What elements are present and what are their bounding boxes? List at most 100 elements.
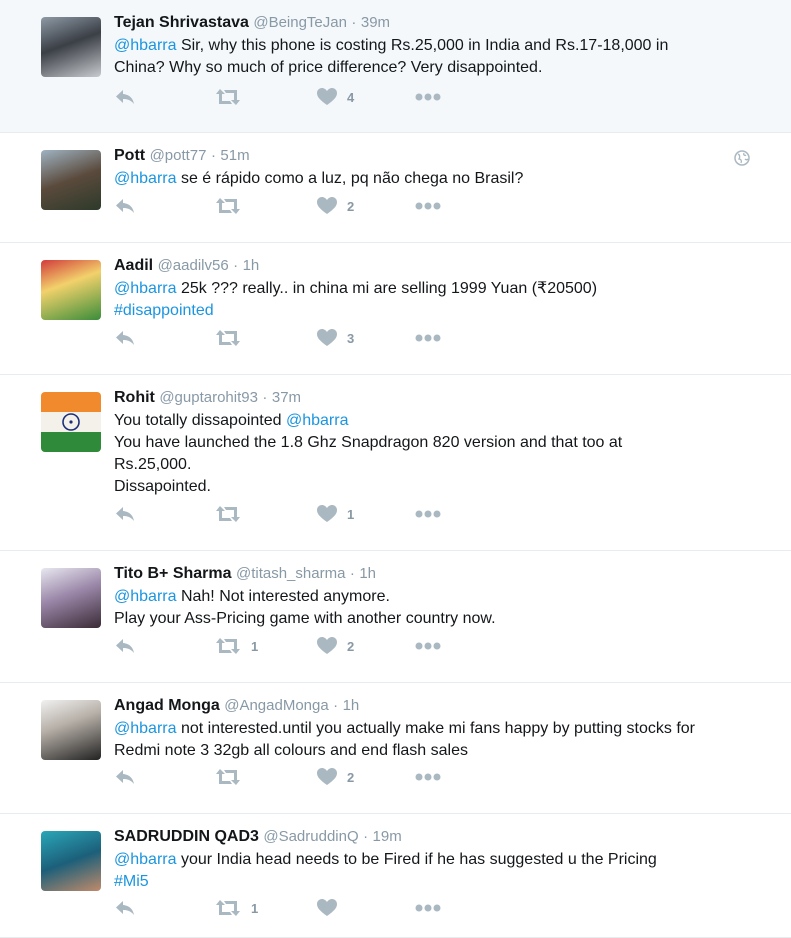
- timestamp[interactable]: 39m: [361, 14, 390, 31]
- timestamp[interactable]: 19m: [373, 828, 402, 845]
- hashtag-link[interactable]: #Mi5: [114, 873, 149, 890]
- user-handle[interactable]: @BeingTeJan: [253, 14, 347, 31]
- timestamp[interactable]: 1h: [343, 697, 360, 714]
- user-handle[interactable]: @titash_sharma: [236, 565, 345, 582]
- tweet-text-segment: Redmi note 3 32gb all colours and end fl…: [114, 742, 468, 759]
- like-button[interactable]: 2: [317, 766, 354, 788]
- mention-link[interactable]: @hbarra: [114, 280, 177, 297]
- avatar[interactable]: [41, 17, 101, 77]
- more-button[interactable]: [415, 766, 441, 788]
- retweet-button[interactable]: 1: [215, 635, 258, 657]
- like-button[interactable]: 2: [317, 635, 354, 657]
- retweet-button[interactable]: [215, 86, 251, 108]
- tweet-text-line: Rs.25,000.: [114, 454, 761, 476]
- tweet-item[interactable]: Tejan Shrivastava @BeingTeJan · 39m @hbar…: [0, 0, 791, 133]
- timestamp[interactable]: 1h: [359, 565, 376, 582]
- more-button[interactable]: [415, 327, 441, 349]
- more-button[interactable]: [415, 635, 441, 657]
- user-handle[interactable]: @AngadMonga: [224, 697, 328, 714]
- mention-link[interactable]: @hbarra: [114, 588, 177, 605]
- tweet-header: Tejan Shrivastava @BeingTeJan · 39m: [114, 12, 761, 34]
- timestamp[interactable]: 51m: [220, 147, 249, 164]
- tweet-item[interactable]: Angad Monga @AngadMonga · 1h @hbarra not …: [0, 683, 791, 814]
- user-handle[interactable]: @SadruddinQ: [263, 828, 358, 845]
- avatar[interactable]: [41, 392, 101, 452]
- tweet-item[interactable]: Rohit @guptarohit93 · 37m You totally dis…: [0, 375, 791, 551]
- tweet-text-line: #disappointed: [114, 300, 761, 322]
- tweet-text-segment: China? Why so much of price difference? …: [114, 59, 543, 76]
- more-icon: [415, 202, 441, 210]
- user-name[interactable]: Rohit: [114, 389, 155, 406]
- user-handle[interactable]: @aadilv56: [158, 257, 229, 274]
- separator-dot: ·: [363, 828, 369, 845]
- user-name[interactable]: SADRUDDIN QAD3: [114, 828, 259, 845]
- reply-button[interactable]: [114, 195, 136, 217]
- more-button[interactable]: [415, 503, 441, 525]
- tweet-text-line: Play your Ass-Pricing game with another …: [114, 608, 761, 630]
- tweet-item[interactable]: SADRUDDIN QAD3 @SadruddinQ · 19m @hbarra …: [0, 814, 791, 938]
- retweet-icon: [215, 197, 241, 215]
- like-button[interactable]: 2: [317, 195, 354, 217]
- more-button[interactable]: [415, 195, 441, 217]
- retweet-button[interactable]: [215, 503, 251, 525]
- tweet-text: @hbarra Nah! Not interested anymore. Play…: [114, 586, 761, 630]
- user-name[interactable]: Tito B+ Sharma: [114, 565, 232, 582]
- like-button[interactable]: 1: [317, 503, 354, 525]
- globe-icon[interactable]: [734, 150, 750, 171]
- tweet-item[interactable]: Tito B+ Sharma @titash_sharma · 1h @hbarr…: [0, 551, 791, 683]
- reply-icon: [114, 198, 136, 214]
- mention-link[interactable]: @hbarra: [114, 170, 177, 187]
- reply-button[interactable]: [114, 503, 136, 525]
- tweet-text-line: @hbarra 25k ??? really.. in china mi are…: [114, 278, 761, 300]
- mention-link[interactable]: @hbarra: [286, 412, 349, 429]
- tweet-item[interactable]: Pott @pott77 · 51m @hbarra se é rápido co…: [0, 133, 791, 243]
- reply-button[interactable]: [114, 766, 136, 788]
- tweet-text-segment: not interested.until you actually make m…: [176, 720, 695, 737]
- user-handle[interactable]: @guptarohit93: [159, 389, 258, 406]
- separator-dot: ·: [351, 14, 357, 31]
- like-button[interactable]: [317, 897, 347, 919]
- more-icon: [415, 773, 441, 781]
- heart-icon: [317, 505, 337, 523]
- retweet-button[interactable]: [215, 766, 251, 788]
- avatar[interactable]: [41, 700, 101, 760]
- like-button[interactable]: 3: [317, 327, 354, 349]
- mention-link[interactable]: @hbarra: [114, 37, 177, 54]
- hashtag-link[interactable]: #disappointed: [114, 302, 214, 319]
- reply-button[interactable]: [114, 327, 136, 349]
- avatar[interactable]: [41, 260, 101, 320]
- retweet-button[interactable]: [215, 327, 251, 349]
- tweet-feed: Tejan Shrivastava @BeingTeJan · 39m @hbar…: [0, 0, 791, 938]
- separator-dot: ·: [333, 697, 339, 714]
- separator-dot: ·: [233, 257, 239, 274]
- reply-button[interactable]: [114, 86, 136, 108]
- tweet-content: Rohit @guptarohit93 · 37m You totally dis…: [114, 387, 761, 498]
- reply-button[interactable]: [114, 635, 136, 657]
- timestamp[interactable]: 1h: [243, 257, 260, 274]
- heart-icon: [317, 899, 337, 917]
- retweet-button[interactable]: 1: [215, 897, 258, 919]
- like-button[interactable]: 4: [317, 86, 354, 108]
- avatar[interactable]: [41, 568, 101, 628]
- mention-link[interactable]: @hbarra: [114, 720, 177, 737]
- retweet-icon: [215, 88, 241, 106]
- avatar[interactable]: [41, 831, 101, 891]
- more-icon: [415, 510, 441, 518]
- user-name[interactable]: Tejan Shrivastava: [114, 14, 249, 31]
- user-name[interactable]: Pott: [114, 147, 145, 164]
- user-handle[interactable]: @pott77: [150, 147, 207, 164]
- avatar[interactable]: [41, 150, 101, 210]
- timestamp[interactable]: 37m: [272, 389, 301, 406]
- retweet-button[interactable]: [215, 195, 251, 217]
- more-button[interactable]: [415, 86, 441, 108]
- user-name[interactable]: Aadil: [114, 257, 153, 274]
- more-button[interactable]: [415, 897, 441, 919]
- tweet-item[interactable]: Aadil @aadilv56 · 1h @hbarra 25k ??? real…: [0, 243, 791, 375]
- separator-dot: ·: [349, 565, 355, 582]
- reply-button[interactable]: [114, 897, 136, 919]
- mention-link[interactable]: @hbarra: [114, 851, 177, 868]
- tweet-text-line: China? Why so much of price difference? …: [114, 57, 761, 79]
- separator-dot: ·: [262, 389, 268, 406]
- retweet-icon: [215, 329, 241, 347]
- user-name[interactable]: Angad Monga: [114, 697, 220, 714]
